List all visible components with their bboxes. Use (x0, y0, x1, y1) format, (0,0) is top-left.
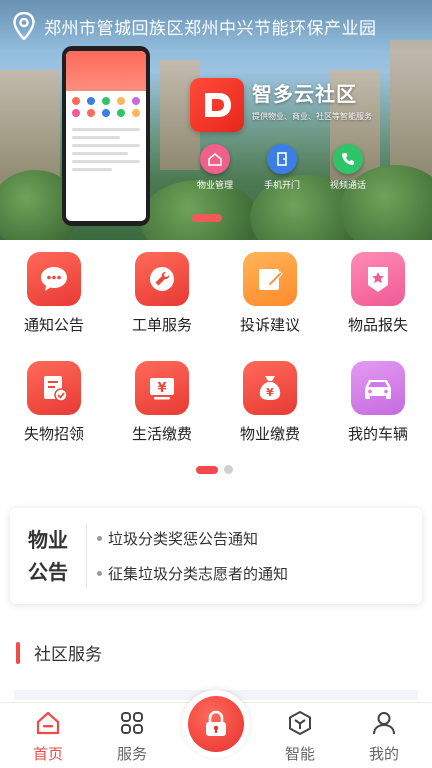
unlock-door-button[interactable] (182, 690, 250, 758)
tab-label: 首页 (32, 745, 63, 763)
service-label: 物业缴费 (239, 425, 300, 443)
section-header: 社区服务 (16, 640, 102, 665)
grid-page-indicator[interactable] (196, 465, 233, 474)
notice-title: 物业 公告 (28, 528, 68, 584)
notice-list: 垃圾分类奖惩公告通知 征集垃圾分类志愿者的通知 (97, 528, 288, 584)
lock-icon (188, 696, 244, 752)
door-icon (267, 144, 297, 174)
home-icon (200, 144, 230, 174)
service-my-vehicle[interactable]: 我的车辆 (324, 361, 432, 444)
brand-logo-icon (190, 78, 244, 132)
service-grid: 通知公告 工单服务 投诉建议 物品报失 失物招领 ¥ 生活缴费 ¥ 物业缴费 我… (0, 252, 432, 444)
document-check-icon (27, 361, 81, 415)
notice-divider (86, 524, 87, 588)
service-lost-report[interactable]: 物品报失 (324, 252, 432, 335)
yen-card-icon: ¥ (135, 361, 189, 415)
tab-service[interactable]: 服务 (102, 709, 162, 764)
location-bar[interactable]: 郑州市管城回族区郑州中兴节能环保产业园 (0, 0, 432, 52)
property-notice-card[interactable]: 物业 公告 垃圾分类奖惩公告通知 征集垃圾分类志愿者的通知 (10, 508, 422, 604)
service-complaint[interactable]: 投诉建议 (216, 252, 324, 335)
phone-icon (333, 144, 363, 174)
phone-mockup-screen (66, 51, 146, 221)
location-pin-icon (13, 12, 35, 40)
brand-name: 智多云社区 (252, 82, 357, 106)
service-life-payment[interactable]: ¥ 生活缴费 (108, 361, 216, 444)
service-label: 投诉建议 (239, 316, 300, 334)
car-icon (351, 361, 405, 415)
service-label: 工单服务 (131, 316, 192, 334)
brand-block: 智多云社区 提供物业、商业、社区等智能服务 (190, 78, 372, 132)
wrench-icon (135, 252, 189, 306)
svg-text:¥: ¥ (266, 386, 274, 399)
tab-label: 智能 (284, 745, 315, 763)
service-label: 通知公告 (23, 316, 84, 334)
notice-item[interactable]: 垃圾分类奖惩公告通知 (97, 528, 288, 549)
banner-feature-door: 手机开门 (250, 144, 314, 191)
page-dot[interactable] (224, 465, 233, 474)
service-label: 物品报失 (347, 316, 408, 334)
tab-label: 我的 (368, 745, 399, 763)
chat-bubble-icon (27, 252, 81, 306)
banner-carousel[interactable]: 郑州市管城回族区郑州中兴节能环保产业园 智多云社区 提供物业、商业、社区等智能服… (0, 0, 432, 240)
service-lost-found[interactable]: 失物招领 (0, 361, 108, 444)
service-work-order[interactable]: 工单服务 (108, 252, 216, 335)
edit-note-icon (243, 252, 297, 306)
notice-item[interactable]: 征集垃圾分类志愿者的通知 (97, 563, 288, 584)
tab-mine[interactable]: 我的 (354, 709, 414, 764)
user-icon (370, 709, 398, 737)
hexagon-icon (286, 709, 314, 737)
phone-mockup (62, 46, 150, 226)
page-dot-active[interactable] (196, 465, 218, 474)
tab-label: 服务 (116, 745, 147, 763)
section-title: 社区服务 (34, 645, 102, 665)
svg-text:¥: ¥ (157, 381, 166, 396)
tab-home[interactable]: 首页 (18, 709, 78, 764)
service-label: 我的车辆 (347, 425, 408, 443)
tab-smart[interactable]: 智能 (270, 709, 330, 764)
service-property-payment[interactable]: ¥ 物业缴费 (216, 361, 324, 444)
banner-indicator (192, 214, 222, 222)
building-decoration (390, 40, 432, 180)
home-icon (34, 709, 62, 737)
service-label: 失物招领 (23, 425, 84, 443)
brand-subtitle: 提供物业、商业、社区等智能服务 (252, 112, 372, 121)
star-badge-icon (351, 252, 405, 306)
section-accent-bar (16, 641, 20, 664)
app-screen: 郑州市管城回族区郑州中兴节能环保产业园 智多云社区 提供物业、商业、社区等智能服… (0, 0, 432, 768)
banner-feature-property: 物业管理 (183, 144, 247, 191)
location-text: 郑州市管城回族区郑州中兴节能环保产业园 (44, 18, 377, 39)
money-bag-icon: ¥ (243, 361, 297, 415)
service-notice[interactable]: 通知公告 (0, 252, 108, 335)
service-label: 生活缴费 (131, 425, 192, 443)
four-squares-icon (118, 709, 146, 737)
banner-feature-video: 视频通话 (316, 144, 380, 191)
